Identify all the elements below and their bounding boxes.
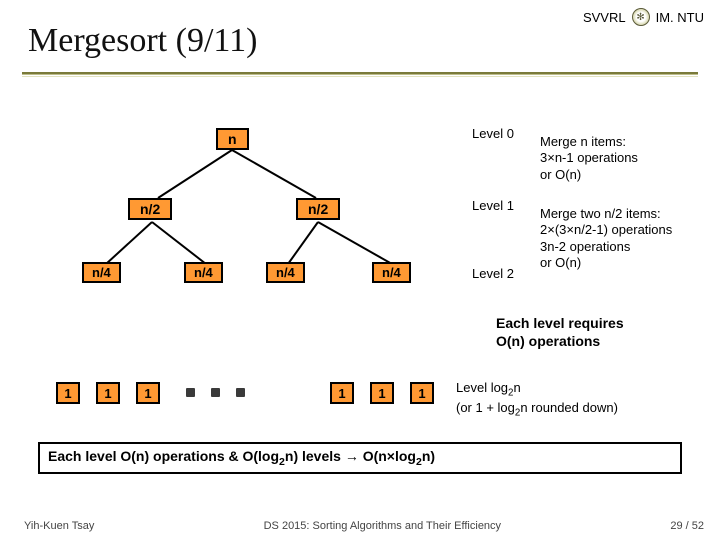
footer-page: 29 / 52 <box>670 520 704 532</box>
rule-shadow <box>22 74 698 75</box>
annot-text: Merge n items: <box>540 134 626 149</box>
dot-icon <box>236 388 245 397</box>
summary-line: Each level requires <box>496 315 624 331</box>
conclusion-text: Each level O(n) operations & O(log <box>48 448 279 464</box>
annot-text: (or 1 + log <box>456 400 515 415</box>
ellipsis-dots <box>186 388 245 397</box>
conclusion-text: n) <box>422 448 435 464</box>
annot-text: or O(n) <box>540 167 581 182</box>
summary-line: O(n) operations <box>496 333 600 349</box>
tree-node: n/4 <box>184 262 223 283</box>
tree-node: n/4 <box>82 262 121 283</box>
leaf-node: 1 <box>136 382 160 404</box>
tree-node: n/2 <box>128 198 172 220</box>
page-title: Mergesort (9/11) <box>28 22 257 60</box>
tree-node: n/4 <box>266 262 305 283</box>
leaf-node: 1 <box>370 382 394 404</box>
tree-node: n/4 <box>372 262 411 283</box>
leaf-node: 1 <box>56 382 80 404</box>
header-right: SVVRL ✻ IM. NTU <box>583 8 704 26</box>
annot-text: 3×n-1 operations <box>540 150 638 165</box>
footer-course: DS 2015: Sorting Algorithms and Their Ef… <box>264 520 501 532</box>
each-level-summary: Each level requires O(n) operations <box>496 314 624 350</box>
leaf-level-annotation: Level log2n (or 1 + log2n rounded down) <box>456 380 618 420</box>
footer: Yih-Kuen Tsay DS 2015: Sorting Algorithm… <box>24 520 704 532</box>
annot-text: Merge two n/2 items: <box>540 206 661 221</box>
annot-text: n rounded down) <box>520 400 618 415</box>
conclusion-text: O(n×log <box>359 448 416 464</box>
svvrl-label: SVVRL <box>583 10 626 25</box>
leaf-node: 1 <box>410 382 434 404</box>
tree-node: n/2 <box>296 198 340 220</box>
conclusion-box: Each level O(n) operations & O(log2n) le… <box>38 442 682 474</box>
level-label-1: Level 1 <box>472 198 514 213</box>
org-label: IM. NTU <box>656 10 704 25</box>
leaf-node: 1 <box>330 382 354 404</box>
annot-text: 2×(3×n/2-1) operations <box>540 222 672 237</box>
annot-text: Level log <box>456 380 508 395</box>
dot-icon <box>186 388 195 397</box>
tree-node-root: n <box>216 128 249 150</box>
footer-author: Yih-Kuen Tsay <box>24 520 94 532</box>
annot-text: 3n-2 operations <box>540 239 630 254</box>
leaf-node: 1 <box>96 382 120 404</box>
level-label-2: Level 2 <box>472 266 514 281</box>
conclusion-text: n) levels <box>285 448 345 464</box>
dot-icon <box>211 388 220 397</box>
annot-text: or O(n) <box>540 255 581 270</box>
logo-icon: ✻ <box>632 8 650 26</box>
rule-shadow <box>22 76 698 77</box>
annotation-level0: Merge n items: 3×n-1 operations or O(n) <box>540 134 638 183</box>
annotation-level1: Merge two n/2 items: 2×(3×n/2-1) operati… <box>540 206 672 271</box>
arrow-icon: → <box>345 448 359 464</box>
level-label-0: Level 0 <box>472 126 514 141</box>
annot-text: n <box>513 380 520 395</box>
